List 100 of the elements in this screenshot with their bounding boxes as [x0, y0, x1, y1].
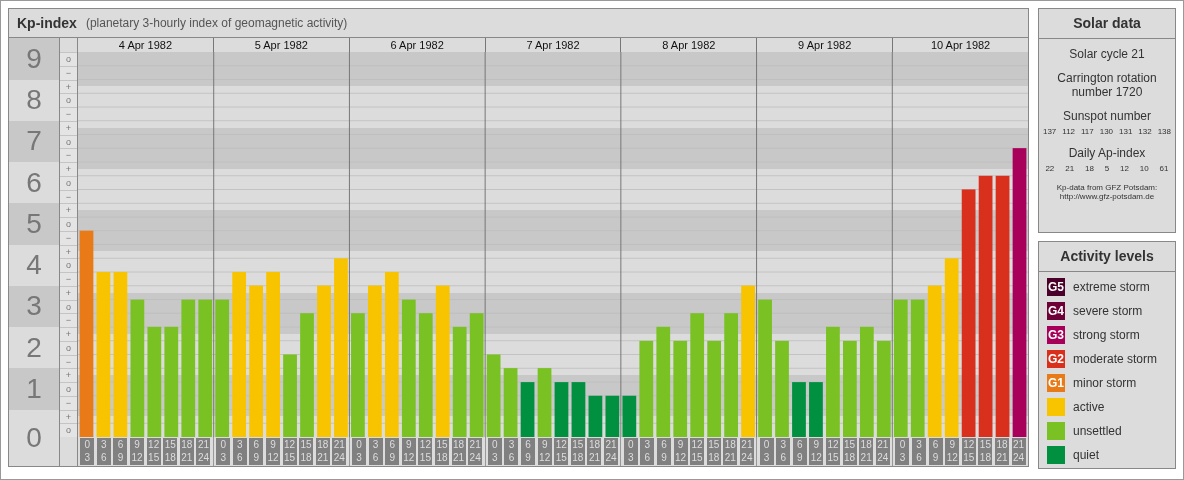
ap-index-value: 5 — [1104, 164, 1110, 173]
hour-range-label: 0 3 — [623, 438, 638, 465]
hour-range-label: 6 9 — [928, 438, 943, 465]
ap-index-value: 61 — [1159, 164, 1169, 173]
hour-range-label: 15 18 — [978, 438, 993, 465]
hour-range-label: 21 24 — [875, 438, 890, 465]
hour-range-label: 0 3 — [487, 438, 502, 465]
source-note: Kp-data from GFZ Potsdam: — [1056, 183, 1158, 192]
hour-range-label: 15 18 — [570, 438, 585, 465]
hour-range-label: 18 21 — [859, 438, 874, 465]
hour-range-label: 3 6 — [640, 438, 655, 465]
y-sublabel: o — [60, 423, 77, 437]
chart-title: Kp-index — [17, 15, 77, 31]
carrington-rotation: Carrington rotation number 1720 — [1056, 71, 1158, 99]
hour-range-label: 21 24 — [604, 438, 619, 465]
ap-index-value: 21 — [1065, 164, 1075, 173]
y-sublabel: + — [60, 327, 77, 341]
legend-label: unsettled — [1073, 424, 1122, 438]
y-axis-label: 9 — [9, 38, 59, 80]
sunspot-number: 137 — [1042, 127, 1057, 136]
ap-index-value: 22 — [1045, 164, 1055, 173]
hour-range-label: 3 6 — [504, 438, 519, 465]
hour-range-label: 9 12 — [945, 438, 960, 465]
solar-cycle: Solar cycle 21 — [1068, 47, 1146, 61]
legend-label: extreme storm — [1073, 280, 1150, 294]
hour-range-label: 18 21 — [587, 438, 602, 465]
y-sublabel: + — [60, 368, 77, 382]
hour-range-label: 9 12 — [809, 438, 824, 465]
hour-range-label: 12 15 — [961, 438, 976, 465]
hour-range-label: 0 3 — [80, 438, 95, 465]
hour-range-label: 15 18 — [435, 438, 449, 465]
storm-level-swatch: G3 — [1047, 326, 1065, 344]
hour-range-label: 21 24 — [739, 438, 754, 465]
sunspot-number: 112 — [1062, 127, 1076, 136]
hour-range-label: 9 12 — [401, 438, 416, 465]
y-sublabel: o — [60, 217, 77, 231]
hour-range-label: 18 21 — [179, 438, 194, 465]
hour-range-label: 3 6 — [232, 438, 247, 465]
date-label: 4 Apr 1982 — [117, 38, 174, 52]
ap-index-value: 10 — [1139, 164, 1149, 173]
hour-range-label: 18 21 — [995, 438, 1009, 465]
hour-range-label: 0 3 — [352, 438, 366, 465]
hour-range-label: 9 12 — [130, 438, 145, 465]
hour-range-label: 15 18 — [706, 438, 721, 465]
hour-range-label: 15 18 — [163, 438, 178, 465]
ap-index-title: Daily Ap-index — [1067, 146, 1147, 160]
hour-range-label: 21 24 — [196, 438, 211, 465]
y-sublabel: o — [60, 258, 77, 272]
legend-label: moderate storm — [1073, 352, 1158, 366]
hour-range-label: 0 3 — [216, 438, 231, 465]
hour-range-label: 12 15 — [554, 438, 569, 465]
y-sublabel: − — [60, 107, 77, 121]
legend-label: strong storm — [1073, 328, 1140, 342]
hour-range-label: 15 18 — [299, 438, 314, 465]
panel-title: Activity levels — [1039, 242, 1175, 272]
hour-range-label: 6 9 — [521, 438, 536, 465]
legend-label: minor storm — [1073, 376, 1137, 390]
hour-range-label: 6 9 — [113, 438, 128, 465]
hour-range-label: 15 18 — [842, 438, 857, 465]
hour-range-label: 6 9 — [792, 438, 807, 465]
sunspot-number: 131 — [1119, 127, 1133, 136]
hour-range-label: 0 3 — [759, 438, 774, 465]
legend-label: severe storm — [1073, 304, 1143, 318]
hour-range-label: 6 9 — [249, 438, 264, 465]
panel-title: Solar data — [1039, 9, 1175, 39]
storm-level-swatch: G5 — [1047, 278, 1065, 296]
hour-range-label: 18 21 — [315, 438, 330, 465]
sunspot-number: 117 — [1081, 127, 1094, 136]
y-sublabel: o — [60, 382, 77, 396]
hour-range-label: 9 12 — [537, 438, 552, 465]
storm-level-swatch: G1 — [1047, 374, 1065, 392]
sunspot-title: Sunspot number — [1061, 109, 1153, 123]
storm-level-swatch: G4 — [1047, 302, 1065, 320]
hour-range-label: 12 15 — [418, 438, 433, 465]
hour-range-label: 6 9 — [385, 438, 400, 465]
hour-range-label: 9 12 — [673, 438, 688, 465]
hour-range-label: 12 15 — [146, 438, 161, 465]
sunspot-number: 132 — [1138, 127, 1152, 136]
hour-range-label: 21 24 — [468, 438, 483, 465]
hour-range-label: 9 12 — [265, 438, 280, 465]
y-sublabel: + — [60, 162, 77, 176]
hour-range-label: 21 24 — [1011, 438, 1026, 465]
hour-range-label: 18 21 — [723, 438, 738, 465]
y-axis-label: 1 — [9, 368, 59, 410]
y-axis-label: 3 — [9, 285, 59, 327]
sunspot-number: 130 — [1099, 127, 1114, 136]
legend-label: active — [1073, 400, 1105, 414]
y-axis-label: 7 — [9, 120, 59, 162]
source-url: http://www.gfz-potsdam.de — [1059, 192, 1155, 201]
y-sublabel: o — [60, 93, 77, 107]
hour-range-label: 12 15 — [282, 438, 297, 465]
y-axis-label: 5 — [9, 203, 59, 245]
hour-range-label: 18 21 — [451, 438, 466, 465]
hour-range-label: 3 6 — [912, 438, 927, 465]
legend-label: quiet — [1073, 448, 1100, 462]
y-sublabel: − — [60, 313, 77, 327]
hour-range-label: 3 6 — [368, 438, 383, 465]
hour-range-label: 6 9 — [656, 438, 671, 465]
ap-index-value: 18 — [1084, 164, 1094, 173]
y-sublabel: o — [60, 52, 77, 66]
